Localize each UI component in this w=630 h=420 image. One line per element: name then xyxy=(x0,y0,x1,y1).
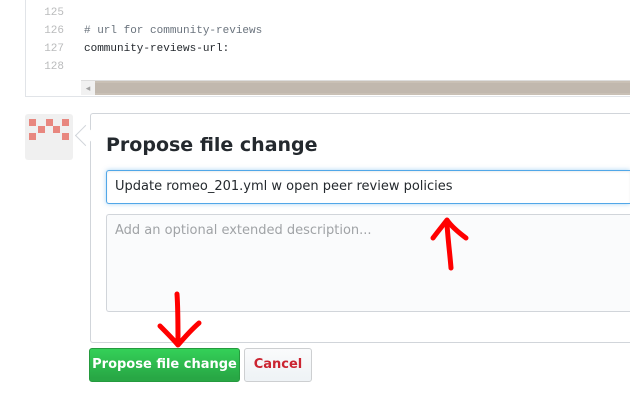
commit-summary-input[interactable]: Update romeo_201.yml w open peer review … xyxy=(106,170,630,204)
annotation-arrow-up-icon xyxy=(430,217,469,271)
code-line: 127 community-reviews-url: xyxy=(26,40,606,58)
annotation-arrow-down-icon xyxy=(157,291,202,348)
horizontal-scrollbar[interactable]: ◂ xyxy=(81,80,630,95)
line-number[interactable]: 125 xyxy=(26,4,64,22)
line-content: community-reviews-url: xyxy=(84,43,230,55)
line-number[interactable]: 126 xyxy=(26,22,64,40)
scrollbar-thumb[interactable] xyxy=(95,83,630,93)
form-title: Propose file change xyxy=(106,134,318,156)
code-view: 125 126 # url for community-reviews 127 … xyxy=(25,0,630,96)
identicon-icon xyxy=(29,119,69,140)
line-number[interactable]: 127 xyxy=(26,40,64,58)
propose-file-change-button[interactable]: Propose file change xyxy=(89,348,240,382)
avatar[interactable] xyxy=(25,114,73,160)
summary-text: Update romeo_201.yml w open peer review … xyxy=(115,179,453,194)
divider xyxy=(25,96,630,97)
cancel-button[interactable]: Cancel xyxy=(244,348,312,382)
code-line: 125 xyxy=(26,4,606,22)
line-content: # url for community-reviews xyxy=(84,25,263,37)
code-line: 126 # url for community-reviews xyxy=(26,22,606,40)
scroll-left-icon[interactable]: ◂ xyxy=(81,81,95,95)
code-line: 128 xyxy=(26,58,606,76)
line-number[interactable]: 128 xyxy=(26,58,64,76)
description-placeholder: Add an optional extended description... xyxy=(115,223,372,238)
